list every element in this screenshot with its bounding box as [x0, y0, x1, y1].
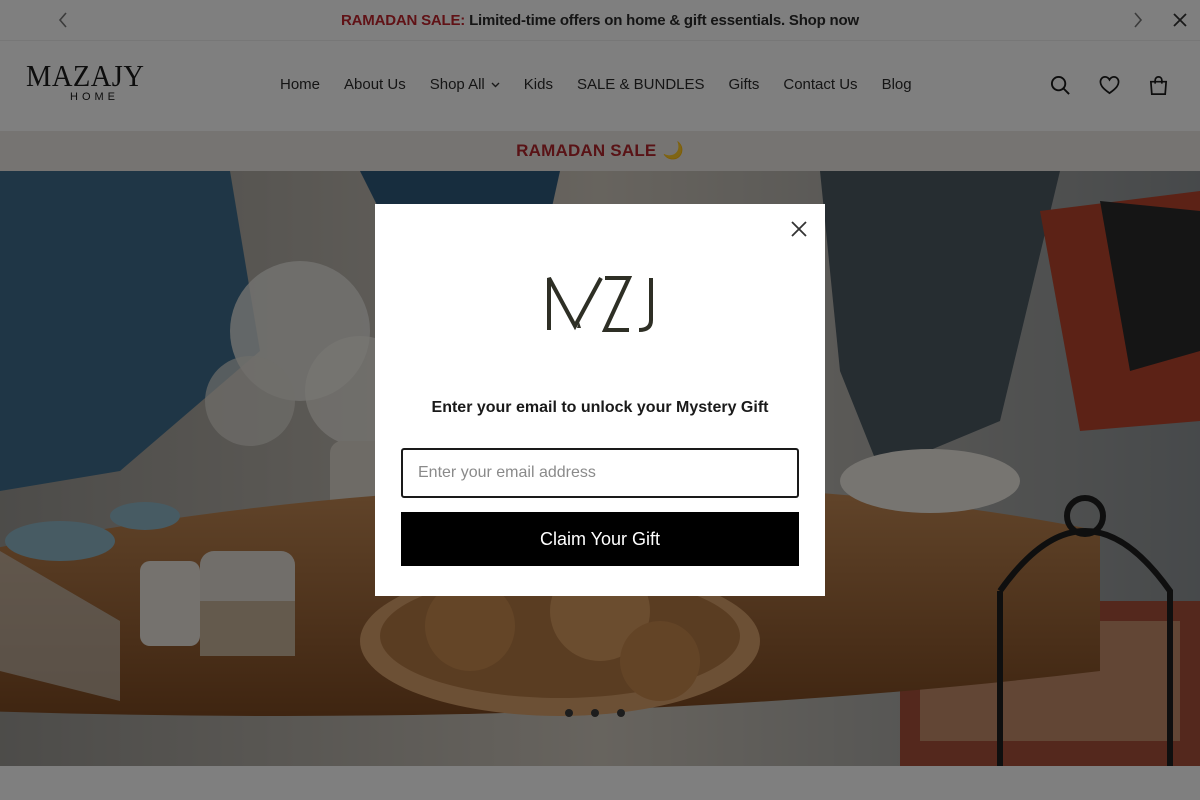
email-input[interactable]	[401, 448, 799, 498]
popup-headline: Enter your email to unlock your Mystery …	[431, 399, 769, 416]
email-signup-popup: Enter your email to unlock your Mystery …	[375, 204, 825, 596]
mzj-logo-icon	[547, 276, 653, 332]
close-icon[interactable]	[789, 219, 809, 239]
claim-gift-button[interactable]: Claim Your Gift	[401, 512, 799, 566]
